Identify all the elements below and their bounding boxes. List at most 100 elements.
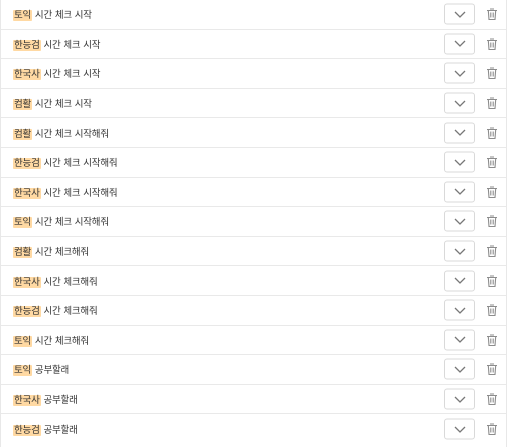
trash-icon xyxy=(487,215,497,228)
trash-icon xyxy=(487,245,497,258)
trash-icon xyxy=(487,127,497,139)
chevron-down-icon xyxy=(454,426,465,433)
utterance-text: 컴활 시간 체크 시작 xyxy=(13,96,92,111)
expand-dropdown-button[interactable] xyxy=(444,151,475,173)
list-item: 한국사 시간 체크 시작 xyxy=(1,59,506,89)
chevron-down-icon xyxy=(454,277,465,285)
expand-dropdown-button[interactable] xyxy=(444,62,475,84)
delete-button[interactable] xyxy=(486,274,498,287)
expand-dropdown-button[interactable] xyxy=(444,358,475,380)
chevron-down-icon xyxy=(454,188,465,196)
utterance-text: 한국사 공부할래 xyxy=(13,392,78,407)
entity-highlight[interactable]: 한국사 xyxy=(13,395,41,407)
entity-highlight[interactable]: 한능검 xyxy=(13,425,41,437)
utterance-text: 토익 공부할래 xyxy=(13,362,70,377)
expand-dropdown-button[interactable] xyxy=(444,210,475,232)
list-item: 토익 시간 체크해줘 xyxy=(1,326,506,356)
delete-button[interactable] xyxy=(486,8,498,21)
delete-button[interactable] xyxy=(486,304,498,317)
delete-button[interactable] xyxy=(486,126,498,139)
chevron-down-icon xyxy=(454,396,465,403)
entity-highlight[interactable]: 토익 xyxy=(13,217,33,229)
list-item: 컴활 시간 체크 시작 xyxy=(1,89,506,119)
delete-button[interactable] xyxy=(486,215,498,228)
list-item: 한능검 시간 체크 시작해줘 xyxy=(1,148,506,178)
utterance-text: 컴활 시간 체크해줘 xyxy=(13,244,89,259)
utterance-text: 한국사 시간 체크해줘 xyxy=(13,274,98,288)
entity-highlight[interactable]: 한국사 xyxy=(13,187,41,199)
expand-dropdown-button[interactable] xyxy=(444,418,475,440)
entity-highlight[interactable]: 한국사 xyxy=(13,69,41,81)
delete-button[interactable] xyxy=(486,363,498,376)
chevron-down-icon xyxy=(454,307,465,314)
expand-dropdown-button[interactable] xyxy=(444,33,475,55)
expand-dropdown-button[interactable] xyxy=(444,181,475,203)
utterance-text: 한국사 시간 체크 시작 xyxy=(13,66,101,81)
expand-dropdown-button[interactable] xyxy=(444,270,475,292)
list-item: 한국사 시간 체크해줘 xyxy=(1,266,506,296)
entity-highlight[interactable]: 토익 xyxy=(13,335,33,347)
entity-highlight[interactable]: 한국사 xyxy=(13,276,41,288)
chevron-down-icon xyxy=(454,70,465,77)
utterance-rest: 시간 체크해줘 xyxy=(40,306,98,318)
utterance-text: 한능검 시간 체크 시작해줘 xyxy=(13,155,118,170)
expand-dropdown-button[interactable] xyxy=(444,240,475,262)
delete-button[interactable] xyxy=(486,245,498,258)
delete-button[interactable] xyxy=(486,333,498,346)
expand-dropdown-button[interactable] xyxy=(444,299,475,321)
list-item: 토익 시간 체크 시작해줘 xyxy=(1,207,506,237)
entity-highlight[interactable]: 토익 xyxy=(13,365,33,377)
utterance-rest: 시간 체크 시작해줘 xyxy=(32,128,109,140)
trash-icon xyxy=(487,38,497,50)
utterance-text: 컴활 시간 체크 시작해줘 xyxy=(13,126,109,140)
utterance-rest: 시간 체크 시작해줘 xyxy=(32,217,109,229)
list-item: 한능검 시간 체크해줘 xyxy=(1,296,506,326)
entity-highlight[interactable]: 컴활 xyxy=(13,247,33,259)
expand-dropdown-button[interactable] xyxy=(444,3,475,25)
expand-dropdown-button[interactable] xyxy=(444,388,475,410)
entity-highlight[interactable]: 컴활 xyxy=(13,128,33,140)
chevron-down-icon xyxy=(454,336,465,344)
utterance-rest: 시간 체크 시작 xyxy=(40,39,101,51)
trash-icon xyxy=(487,67,497,80)
delete-button[interactable] xyxy=(486,423,498,436)
chevron-down-icon xyxy=(454,40,465,48)
chevron-down-icon xyxy=(454,248,465,255)
expand-dropdown-button[interactable] xyxy=(444,122,475,144)
delete-button[interactable] xyxy=(486,37,498,50)
expand-dropdown-button[interactable] xyxy=(444,329,475,351)
list-item: 한능검 시간 체크 시작 xyxy=(1,30,506,60)
utterance-rest: 시간 체크해줘 xyxy=(40,276,98,288)
list-item: 컴활 시간 체크해줘 xyxy=(1,237,506,267)
chevron-down-icon xyxy=(454,159,465,166)
delete-button[interactable] xyxy=(486,185,498,198)
utterance-rest: 공부할래 xyxy=(40,395,78,407)
trash-icon xyxy=(487,8,497,21)
list-item: 한국사 시간 체크 시작해줘 xyxy=(1,178,506,208)
delete-button[interactable] xyxy=(486,156,498,169)
utterance-rest: 시간 체크 시작 xyxy=(32,10,92,22)
entity-highlight[interactable]: 한능검 xyxy=(13,158,41,170)
utterance-rest: 공부할래 xyxy=(40,425,78,437)
delete-button[interactable] xyxy=(486,393,498,406)
utterance-text: 토익 시간 체크 시작 xyxy=(13,7,92,22)
entity-highlight[interactable]: 컴활 xyxy=(13,99,33,111)
trash-icon xyxy=(487,97,497,110)
delete-button[interactable] xyxy=(486,67,498,80)
entity-highlight[interactable]: 한능검 xyxy=(13,306,41,318)
utterance-rest: 공부할래 xyxy=(32,365,70,377)
utterance-rest: 시간 체크 시작 xyxy=(40,69,101,81)
list-item: 한국사 공부할래 xyxy=(1,385,506,415)
utterance-text: 토익 시간 체크해줘 xyxy=(13,333,89,347)
utterance-rest: 시간 체크 시작 xyxy=(32,99,92,111)
expand-dropdown-button[interactable] xyxy=(444,92,475,114)
list-item: 토익 시간 체크 시작 xyxy=(1,0,506,30)
entity-highlight[interactable]: 토익 xyxy=(13,10,33,22)
entity-highlight[interactable]: 한능검 xyxy=(13,39,41,51)
delete-button[interactable] xyxy=(486,97,498,110)
list-item: 한능검 공부할래 xyxy=(1,414,506,444)
trash-icon xyxy=(487,186,497,198)
chevron-down-icon xyxy=(454,11,465,18)
list-item: 컴활 시간 체크 시작해줘 xyxy=(1,118,506,148)
trash-icon xyxy=(487,393,497,406)
